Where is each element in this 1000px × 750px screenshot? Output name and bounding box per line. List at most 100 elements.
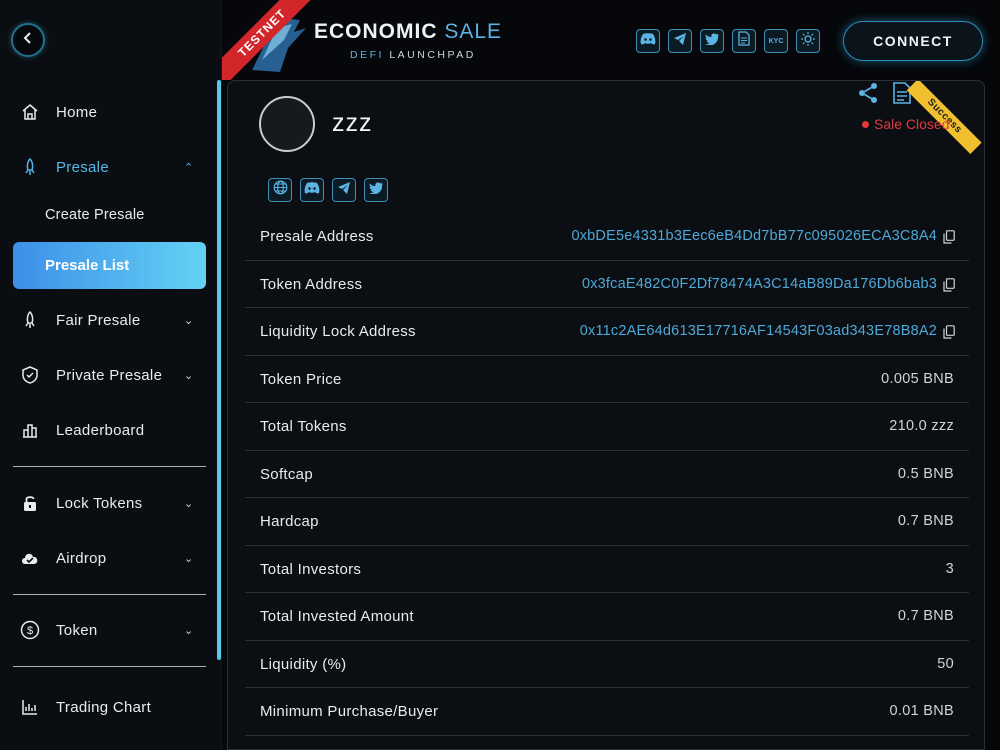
dollar-coin-icon: $ <box>20 620 40 640</box>
token-address-link[interactable]: 0x3fcaE482C0F2Df78474A3C14aB89Da176Db6ba… <box>582 276 937 292</box>
kyc-button[interactable]: KYC <box>764 29 788 53</box>
row-value: 0.7 BNB <box>897 608 954 624</box>
sidebar-item-leaderboard[interactable]: Leaderboard <box>0 410 210 450</box>
logo: TESTNET <box>222 0 312 80</box>
telegram-icon <box>673 32 687 50</box>
row-key: Softcap <box>260 465 313 483</box>
sidebar-divider <box>13 466 206 467</box>
sidebar-divider <box>13 594 206 595</box>
table-row: Token Price 0.005 BNB <box>245 356 969 403</box>
copy-icon[interactable] <box>943 277 955 292</box>
telegram-button[interactable] <box>668 29 692 53</box>
row-value: 50 <box>937 655 954 672</box>
rocket-icon <box>20 310 40 330</box>
copy-icon[interactable] <box>943 230 955 244</box>
sidebar-item-label: Private Presale <box>56 366 163 384</box>
sale-status: Sale Closed <box>862 116 950 132</box>
row-key: Liquidity Lock Address <box>260 323 416 340</box>
row-value: 0.01 BNB <box>889 703 954 719</box>
chevron-down-icon: ⌄ <box>184 624 194 637</box>
sidebar-item-label: Leaderboard <box>56 421 145 439</box>
table-row: Liquidity (%) 50 <box>245 641 969 688</box>
row-key: Total Tokens <box>260 418 347 435</box>
telegram-icon <box>337 181 351 199</box>
chevron-down-icon: ⌄ <box>184 552 194 565</box>
table-row: Total Tokens 210.0 zzz <box>245 403 969 451</box>
shield-icon <box>20 365 40 385</box>
row-key: Hardcap <box>260 513 319 530</box>
brand-accent: SALE <box>444 20 503 43</box>
sidebar-item-label: Airdrop <box>56 549 107 567</box>
row-key: Liquidity (%) <box>260 655 347 673</box>
sidebar-item-label: Home <box>56 103 98 121</box>
telegram-link[interactable] <box>332 178 356 202</box>
project-name: zzz <box>332 109 373 137</box>
connect-button[interactable]: CONNECT <box>843 21 983 61</box>
header: TESTNET ECONOMIC SALE DEFI LAUNCHPAD KYC… <box>222 0 1000 80</box>
table-row: Hardcap 0.7 BNB <box>245 498 969 546</box>
share-icon[interactable] <box>856 81 880 105</box>
row-value: 0.7 BNB <box>897 513 954 529</box>
sidebar-divider <box>13 666 206 667</box>
lock-icon <box>20 493 40 513</box>
sidebar-subitem-create-presale[interactable]: Create Presale <box>45 207 145 223</box>
table-row: Presale Address 0xbDE5e4331b3Eec6eB4Dd7b… <box>245 213 969 261</box>
sidebar: Home Presale ⌃ Create Presale Presale Li… <box>0 0 222 750</box>
table-row: Total Invested Amount 0.7 BNB <box>245 593 969 641</box>
table-row: Softcap 0.5 BNB <box>245 451 969 498</box>
back-button[interactable] <box>11 23 45 57</box>
row-key: Token Price <box>260 370 342 388</box>
rocket-icon <box>20 157 40 177</box>
copy-icon[interactable] <box>943 325 955 339</box>
table-row: Minimum Purchase/Buyer 0.01 BNB <box>245 688 969 736</box>
chevron-up-icon: ⌃ <box>184 161 194 174</box>
sidebar-item-token[interactable]: $ Token ⌄ <box>0 610 210 650</box>
sidebar-scrollbar[interactable] <box>217 80 221 660</box>
sidebar-item-trading-chart[interactable]: Trading Chart <box>0 687 210 727</box>
chart-icon <box>20 697 40 717</box>
sun-icon <box>800 31 816 52</box>
sidebar-item-label: Fair Presale <box>56 311 141 329</box>
discord-button[interactable] <box>636 29 660 53</box>
website-link[interactable] <box>268 178 292 202</box>
liquidity-lock-address-link[interactable]: 0x11c2AE64d613E17716AF14543F03ad343E78B8… <box>580 323 937 339</box>
twitter-icon <box>369 181 383 199</box>
avatar <box>259 96 315 152</box>
presale-info-table: Presale Address 0xbDE5e4331b3Eec6eB4Dd7b… <box>245 213 969 736</box>
twitter-link[interactable] <box>364 178 388 202</box>
home-icon <box>20 102 40 122</box>
document-button[interactable] <box>732 29 756 53</box>
table-row: Token Address 0x3fcaE482C0F2Df78474A3C14… <box>245 261 969 308</box>
theme-toggle-button[interactable] <box>796 29 820 53</box>
sidebar-item-label: Presale <box>56 158 109 176</box>
chevron-down-icon: ⌄ <box>184 369 194 382</box>
sidebar-item-home[interactable]: Home <box>0 92 210 132</box>
row-value: 3 <box>945 560 954 577</box>
twitter-button[interactable] <box>700 29 724 53</box>
bar-chart-icon <box>20 420 40 440</box>
sidebar-item-presale[interactable]: Presale ⌃ <box>0 147 210 187</box>
row-key: Presale Address <box>260 228 374 245</box>
sidebar-item-airdrop[interactable]: Airdrop ⌄ <box>0 538 210 578</box>
discord-icon <box>640 32 656 50</box>
row-key: Total Invested Amount <box>260 608 414 625</box>
discord-link[interactable] <box>300 178 324 202</box>
row-key: Token Address <box>260 275 363 293</box>
sidebar-item-fair-presale[interactable]: Fair Presale ⌄ <box>0 300 210 340</box>
cloud-check-icon <box>20 548 40 568</box>
status-label: Sale Closed <box>874 116 950 132</box>
table-row: Liquidity Lock Address 0x11c2AE64d613E17… <box>245 308 969 356</box>
row-value: 210.0 zzz <box>889 418 954 434</box>
row-value: 0.5 BNB <box>897 465 954 482</box>
svg-text:$: $ <box>27 625 33 637</box>
twitter-icon <box>705 32 719 50</box>
sidebar-subitem-presale-list[interactable]: Presale List <box>13 242 206 289</box>
sidebar-item-label: Lock Tokens <box>56 494 143 512</box>
presale-address-link[interactable]: 0xbDE5e4331b3Eec6eB4Dd7bB77c095026ECA3C8… <box>571 228 937 244</box>
sidebar-item-lock-tokens[interactable]: Lock Tokens ⌄ <box>0 483 210 523</box>
sidebar-item-private-presale[interactable]: Private Presale ⌄ <box>0 355 210 395</box>
brand-main: ECONOMIC <box>314 20 438 43</box>
document-icon <box>738 31 750 51</box>
sidebar-item-label: Trading Chart <box>56 698 152 716</box>
row-value: 0.005 BNB <box>881 370 954 387</box>
